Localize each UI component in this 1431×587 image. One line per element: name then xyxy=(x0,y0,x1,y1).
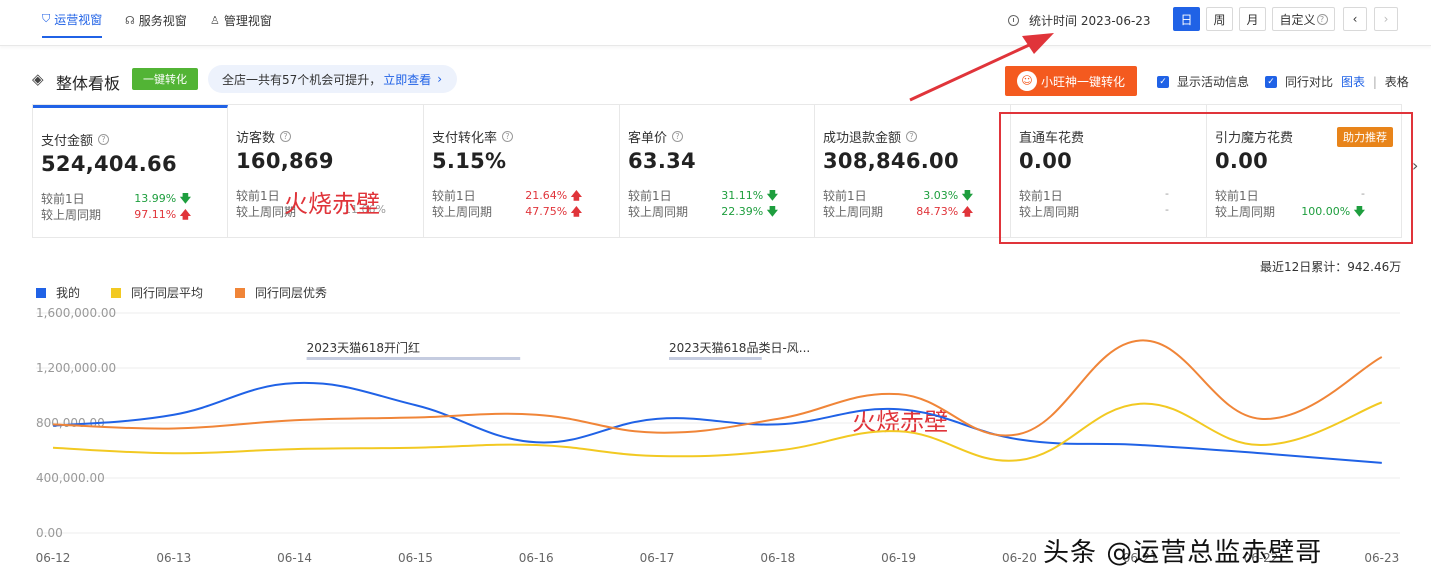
x-tick-label: 06-13 xyxy=(156,551,191,565)
legend-label: 同行同层平均 xyxy=(131,286,204,300)
y-tick-label: 1,200,000.00 xyxy=(36,361,116,375)
y-tick-label: 400,000.00 xyxy=(36,471,105,485)
legend-item-top[interactable]: 同行同层优秀 xyxy=(235,284,327,301)
legend-item-avg[interactable]: 同行同层平均 xyxy=(111,284,203,301)
activity-bar xyxy=(669,357,762,360)
x-tick-label: 06-14 xyxy=(277,551,312,565)
x-tick-label: 06-20 xyxy=(1002,551,1037,565)
x-tick-label: 06-17 xyxy=(640,551,675,565)
x-tick-label: 06-12 xyxy=(36,551,71,565)
legend-label: 同行同层优秀 xyxy=(255,286,328,300)
activity-label: 2023天猫618开门红 xyxy=(307,340,420,355)
series-line-2 xyxy=(52,401,1383,462)
x-tick-label: 06-18 xyxy=(760,551,795,565)
legend-label: 我的 xyxy=(56,286,81,300)
legend-swatch xyxy=(111,287,121,298)
x-tick-label: 06-16 xyxy=(519,551,554,565)
activity-bar xyxy=(306,357,521,360)
activity-label: 2023天猫618品类日-风... xyxy=(669,341,810,355)
y-tick-label: 0.00 xyxy=(36,526,63,540)
legend-swatch xyxy=(235,287,245,298)
y-tick-label: 1,600,000.00 xyxy=(36,306,116,320)
legend-item-mine[interactable]: 我的 xyxy=(36,284,80,301)
x-tick-label: 06-23 xyxy=(1364,551,1399,565)
x-tick-label: 06-15 xyxy=(398,551,433,565)
legend-swatch xyxy=(36,287,46,298)
x-tick-label: 06-19 xyxy=(881,551,916,565)
cumulative-total: 最近12日累计：942.46万 xyxy=(1260,260,1402,274)
footer-watermark: 头条 @运营总监赤壁哥 xyxy=(1043,538,1323,568)
